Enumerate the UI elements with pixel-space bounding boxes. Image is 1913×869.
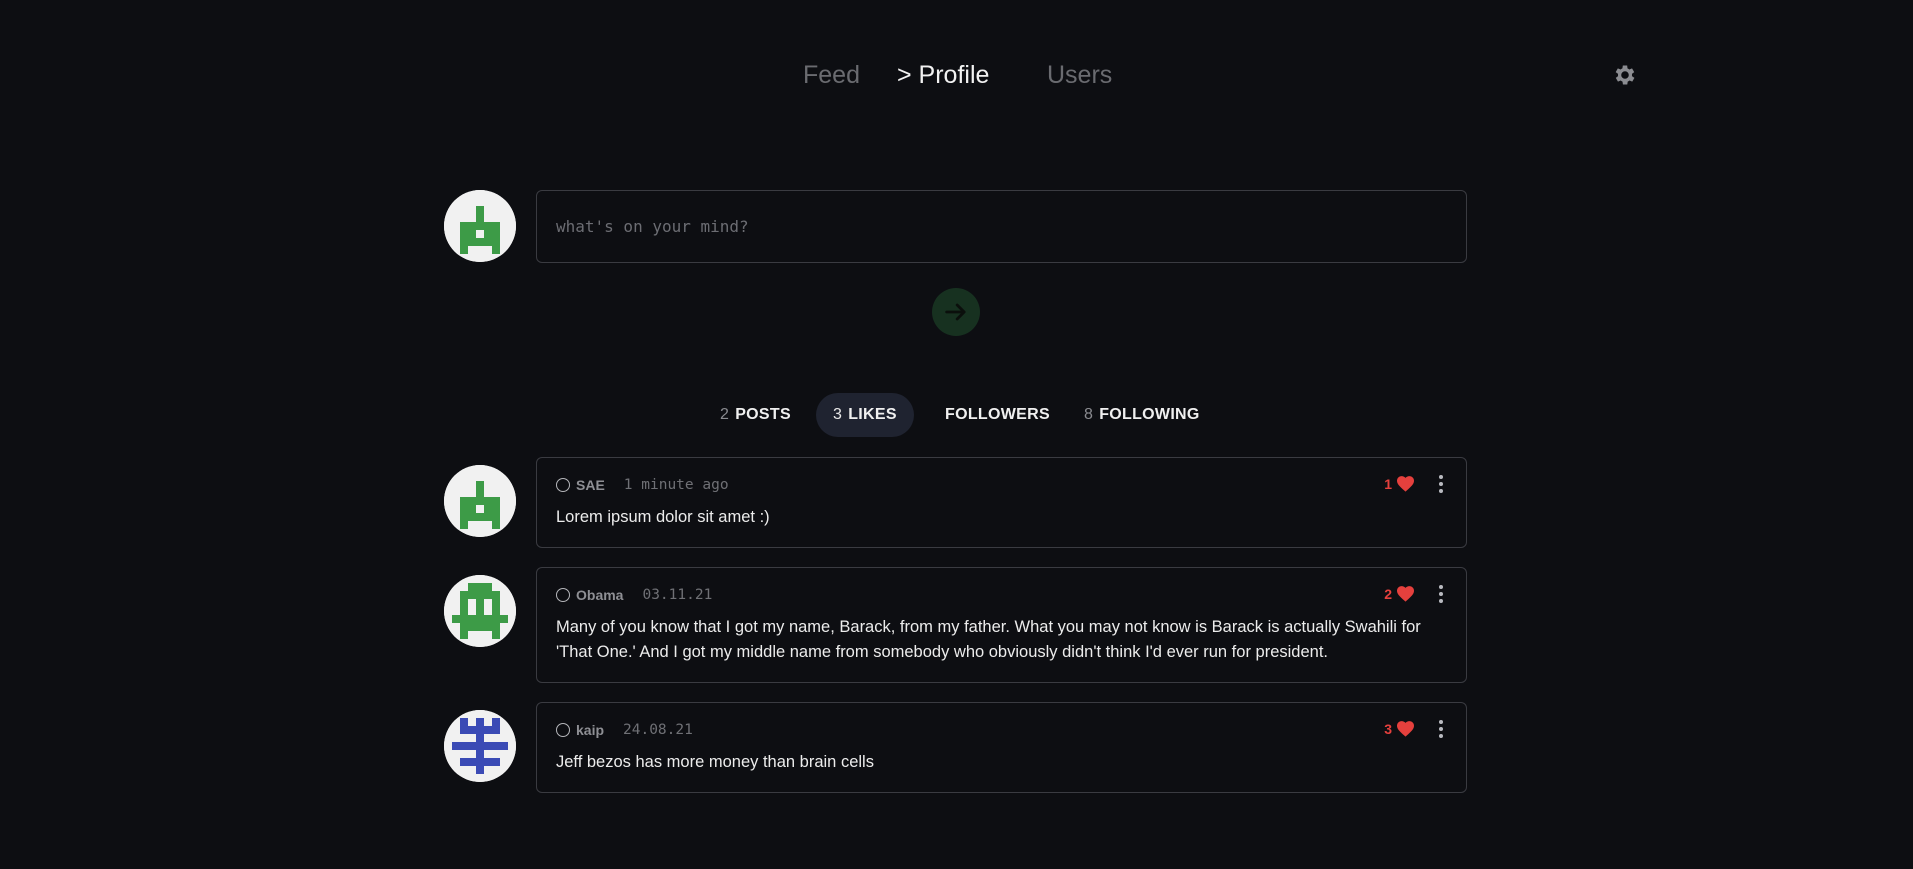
tab-likes[interactable]: 3 LIKES xyxy=(816,393,914,437)
tab-label: FOLLOWERS xyxy=(945,406,1050,423)
post-header: kaip 24.08.21 xyxy=(556,721,693,739)
circle-outline-icon xyxy=(556,723,570,737)
tab-count: 2 xyxy=(720,406,730,423)
post-header: SAE 1 minute ago xyxy=(556,476,729,494)
post-text: Many of you know that I got my name, Bar… xyxy=(556,618,1421,661)
like-count: 2 xyxy=(1384,585,1392,602)
post-card: Obama 03.11.21 2 Many of you know that I… xyxy=(536,567,1467,683)
tab-following[interactable]: 8 FOLLOWING xyxy=(1067,393,1217,437)
post-time: 03.11.21 xyxy=(642,587,713,603)
tab-label: POSTS xyxy=(735,406,791,423)
heart-icon xyxy=(1397,476,1414,492)
like-button[interactable]: 1 xyxy=(1384,475,1415,492)
post-author[interactable]: Obama xyxy=(576,587,623,603)
heart-icon xyxy=(1397,721,1414,737)
tab-label: LIKES xyxy=(848,406,897,423)
send-button[interactable] xyxy=(932,288,980,336)
nav-users[interactable]: Users xyxy=(1047,58,1112,92)
like-button[interactable]: 2 xyxy=(1384,585,1415,602)
avatar xyxy=(444,190,516,262)
tab-count: 3 xyxy=(833,406,843,423)
heart-icon xyxy=(1397,586,1414,602)
post-input[interactable] xyxy=(536,190,1467,263)
profile-tabs: 2 POSTS 3 LIKES FOLLOWERS 8 FOLLOWING xyxy=(0,393,1913,437)
tab-followers[interactable]: FOLLOWERS xyxy=(928,393,1067,437)
avatar[interactable] xyxy=(444,465,516,537)
tab-posts[interactable]: 2 POSTS xyxy=(703,393,808,437)
tab-count: 8 xyxy=(1084,406,1094,423)
more-vertical-icon[interactable] xyxy=(1438,720,1444,740)
nav-feed[interactable]: Feed xyxy=(803,58,860,92)
post-text: Lorem ipsum dolor sit amet :) xyxy=(556,508,770,526)
more-vertical-icon[interactable] xyxy=(1438,585,1444,605)
tab-label: FOLLOWING xyxy=(1099,406,1200,423)
post-time: 1 minute ago xyxy=(623,477,729,493)
like-count: 3 xyxy=(1384,720,1392,737)
avatar[interactable] xyxy=(444,575,516,647)
more-vertical-icon[interactable] xyxy=(1438,475,1444,495)
avatar[interactable] xyxy=(444,710,516,782)
arrow-right-icon xyxy=(945,303,966,321)
post-card: SAE 1 minute ago 1 Lorem ipsum dolor sit… xyxy=(536,457,1467,548)
post-header: Obama 03.11.21 xyxy=(556,586,712,604)
gear-icon[interactable] xyxy=(1612,62,1638,88)
circle-outline-icon xyxy=(556,478,570,492)
post-author[interactable]: kaip xyxy=(576,722,604,738)
nav-profile[interactable]: > Profile xyxy=(897,58,989,92)
post-time: 24.08.21 xyxy=(623,722,693,738)
like-count: 1 xyxy=(1384,475,1392,492)
post-card: kaip 24.08.21 3 Jeff bezos has more mone… xyxy=(536,702,1467,793)
post-author[interactable]: SAE xyxy=(576,477,605,493)
post-text: Jeff bezos has more money than brain cel… xyxy=(556,753,874,771)
circle-outline-icon xyxy=(556,588,570,602)
like-button[interactable]: 3 xyxy=(1384,720,1415,737)
